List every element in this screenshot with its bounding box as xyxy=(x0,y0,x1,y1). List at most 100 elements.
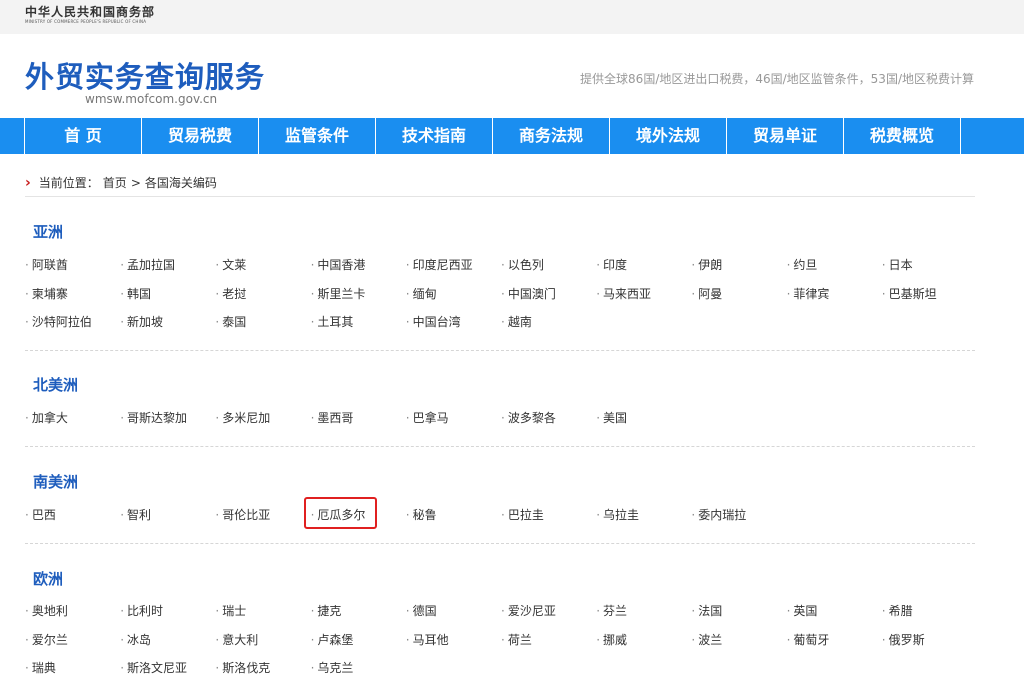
country-link[interactable]: · 柬埔寨 xyxy=(25,285,68,302)
country-link[interactable]: · 孟加拉国 xyxy=(120,256,175,273)
country-link[interactable]: · 乌拉圭 xyxy=(596,506,639,523)
bullet-icon: · xyxy=(25,661,29,675)
country-link[interactable]: · 以色列 xyxy=(501,256,544,273)
country-link[interactable]: · 芬兰 xyxy=(596,602,627,619)
country-link[interactable]: · 墨西哥 xyxy=(311,409,354,426)
country-link[interactable]: · 德国 xyxy=(406,602,437,619)
country-link[interactable]: · 爱尔兰 xyxy=(25,631,68,648)
ministry-logo[interactable]: 中华人民共和国商务部 MINISTRY OF COMMERCE PEOPLE'S… xyxy=(25,5,155,25)
country-link[interactable]: · 伊朗 xyxy=(691,256,722,273)
nav-foreign-law[interactable]: 境外法规 xyxy=(610,118,727,154)
country-link[interactable]: · 哥伦比亚 xyxy=(215,506,270,523)
bullet-icon: · xyxy=(120,411,125,425)
nav-tax-overview[interactable]: 税费概览 xyxy=(844,118,961,154)
country-link[interactable]: · 马耳他 xyxy=(406,631,449,648)
country-name: 乌拉圭 xyxy=(603,508,640,522)
country-link[interactable]: · 土耳其 xyxy=(311,313,354,330)
country-link[interactable]: · 新加坡 xyxy=(120,313,163,330)
country-link[interactable]: · 卢森堡 xyxy=(311,631,354,648)
country-link[interactable]: · 巴拉圭 xyxy=(501,506,544,523)
country-link[interactable]: · 马来西亚 xyxy=(596,285,651,302)
country-link[interactable]: · 约旦 xyxy=(787,256,818,273)
country-link[interactable]: · 爱沙尼亚 xyxy=(501,602,556,619)
country-link[interactable]: · 冰岛 xyxy=(120,631,151,648)
bullet-icon: · xyxy=(501,604,505,618)
bullet-icon: · xyxy=(691,286,696,301)
bullet-icon: · xyxy=(215,411,220,425)
country-link[interactable]: · 瑞典 xyxy=(25,659,56,676)
bullet-icon: · xyxy=(405,411,410,425)
nav-trade-tax[interactable]: 贸易税费 xyxy=(142,118,259,154)
country-link[interactable]: · 巴西 xyxy=(25,506,56,523)
country-link[interactable]: · 秘鲁 xyxy=(406,506,437,523)
country-link[interactable]: · 印度 xyxy=(596,256,627,273)
country-link[interactable]: · 葡萄牙 xyxy=(787,631,830,648)
country-link[interactable]: · 斯洛文尼亚 xyxy=(120,659,187,676)
country-name: 韩国 xyxy=(127,286,152,301)
country-link[interactable]: · 荷兰 xyxy=(501,631,532,648)
country-link[interactable]: · 巴拿马 xyxy=(406,409,449,426)
nav-trade-documents[interactable]: 贸易单证 xyxy=(727,118,844,154)
country-link[interactable]: · 乌克兰 xyxy=(311,659,354,676)
bullet-icon: · xyxy=(881,632,886,647)
country-link[interactable]: · 中国澳门 xyxy=(501,285,556,302)
country-link[interactable]: · 日本 xyxy=(882,256,913,273)
country-link[interactable]: · 巴基斯坦 xyxy=(882,285,937,302)
country-link[interactable]: · 老挝 xyxy=(215,285,246,302)
bullet-icon: · xyxy=(120,286,125,301)
nav-commerce-law[interactable]: 商务法规 xyxy=(493,118,610,154)
nav-technical-guide[interactable]: 技术指南 xyxy=(376,118,493,154)
country-link[interactable]: · 意大利 xyxy=(215,631,258,648)
country-link[interactable]: · 文莱 xyxy=(215,256,246,273)
bullet-icon: · xyxy=(120,632,125,647)
bullet-icon: · xyxy=(310,286,315,301)
country-link[interactable]: · 法国 xyxy=(691,602,722,619)
country-link[interactable]: · 越南 xyxy=(501,313,532,330)
country-link[interactable]: · 波多黎各 xyxy=(501,409,556,426)
nav-regulatory-conditions[interactable]: 监管条件 xyxy=(259,118,376,154)
country-link[interactable]: · 哥斯达黎加 xyxy=(120,409,187,426)
nav-home[interactable]: 首 页 xyxy=(25,118,142,154)
country-link[interactable]: · 俄罗斯 xyxy=(882,631,925,648)
country-link[interactable]: · 比利时 xyxy=(120,602,163,619)
country-link[interactable]: · 阿曼 xyxy=(691,285,722,302)
country-link[interactable]: · 阿联酋 xyxy=(25,256,68,273)
country-link[interactable]: · 中国香港 xyxy=(311,256,366,273)
site-title[interactable]: 外贸实务查询服务 xyxy=(25,54,265,96)
country-name: 俄罗斯 xyxy=(888,632,925,647)
country-name: 比利时 xyxy=(127,604,164,618)
bullet-icon: · xyxy=(691,508,696,522)
bullet-icon: · xyxy=(310,258,315,272)
country-link[interactable]: · 泰国 xyxy=(215,313,246,330)
country-link[interactable]: · 美国 xyxy=(596,409,627,426)
country-name: 波多黎各 xyxy=(507,411,556,425)
bullet-icon: · xyxy=(596,604,601,618)
country-link[interactable]: · 韩国 xyxy=(120,285,151,302)
country-name: 秘鲁 xyxy=(412,508,437,522)
breadcrumb-home[interactable]: 首页 xyxy=(103,174,127,191)
country-link[interactable]: · 英国 xyxy=(787,602,818,619)
country-link[interactable]: · 加拿大 xyxy=(25,409,68,426)
country-link[interactable]: · 瑞士 xyxy=(215,602,246,619)
country-link[interactable]: · 中国台湾 xyxy=(406,313,461,330)
bullet-icon: · xyxy=(881,286,886,301)
country-link[interactable]: · 捷克 xyxy=(311,602,342,619)
country-name: 柬埔寨 xyxy=(31,286,68,301)
country-link[interactable]: · 波兰 xyxy=(691,631,722,648)
country-name: 巴西 xyxy=(31,508,56,522)
bullet-icon: · xyxy=(501,411,505,425)
country-link[interactable]: · 挪威 xyxy=(596,631,627,648)
country-link[interactable]: · 奥地利 xyxy=(25,602,68,619)
country-link[interactable]: · 斯里兰卡 xyxy=(311,285,366,302)
breadcrumb-label: 当前位置： xyxy=(38,176,99,190)
country-link[interactable]: · 菲律宾 xyxy=(787,285,830,302)
country-link[interactable]: · 多米尼加 xyxy=(215,409,270,426)
country-link[interactable]: · 委内瑞拉 xyxy=(691,506,746,523)
country-link[interactable]: · 希腊 xyxy=(882,602,913,619)
country-link[interactable]: · 印度尼西亚 xyxy=(406,256,473,273)
country-link[interactable]: · 缅甸 xyxy=(406,285,437,302)
country-name: 奥地利 xyxy=(31,604,68,618)
country-link[interactable]: · 斯洛伐克 xyxy=(215,659,270,676)
country-link[interactable]: · 智利 xyxy=(120,506,151,523)
country-link[interactable]: · 沙特阿拉伯 xyxy=(25,313,92,330)
